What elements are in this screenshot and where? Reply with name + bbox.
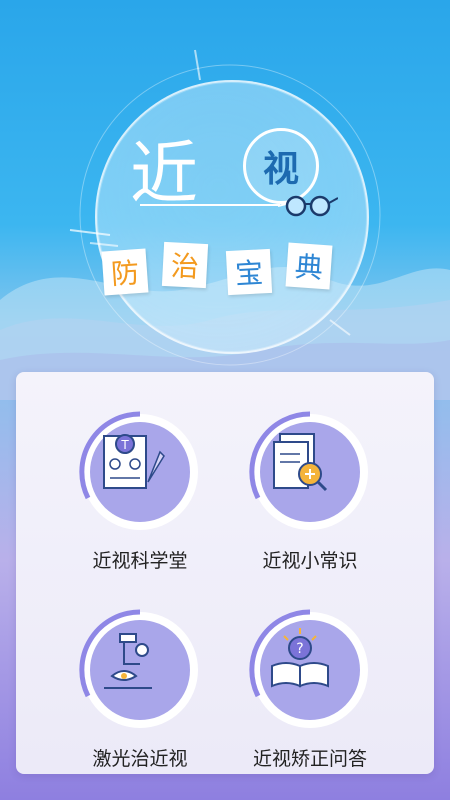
title-char-vision: 视 [262,149,299,190]
emblem-decoration [69,49,381,366]
icon-ring: ? [248,608,372,732]
menu-item-correction-qa[interactable]: ? 近视矫正问答 [220,608,400,771]
svg-text:T: T [120,438,129,452]
menu-card: T 近视科学堂 近视小常识 激光治近视 ? 近视矫正问答 [16,372,434,774]
menu-item-myopia-tips[interactable]: 近视小常识 [220,410,400,573]
eye-chart-document-icon: T [103,434,165,489]
document-magnifier-icon [273,433,328,492]
glasses-icon [278,195,338,217]
subtitle-tile: 防 [101,248,149,296]
menu-item-science-hall[interactable]: T 近视科学堂 [50,410,230,573]
subtitle-char: 典 [293,250,325,285]
menu-item-label: 近视矫正问答 [252,748,367,770]
subtitle-char: 宝 [234,256,264,291]
subtitle-char: 防 [109,256,141,291]
hero-banner: 近 视 防 治 宝 典 [0,0,450,400]
icon-ring [248,410,372,534]
laser-eye-microscope-icon [104,633,152,689]
menu-item-label: 近视科学堂 [92,550,188,572]
icon-ring [78,608,202,732]
subtitle-tile: 治 [161,241,209,289]
menu-item-label: 激光治近视 [92,748,188,770]
book-question-icon: ? [271,628,329,688]
icon-ring: T [78,410,202,534]
svg-text:?: ? [296,641,303,657]
subtitle-tile: 宝 [225,248,273,296]
subtitle-char: 治 [170,249,200,284]
title-char-near: 近 [130,135,198,214]
menu-item-laser-treatment[interactable]: 激光治近视 [50,608,230,771]
menu-item-label: 近视小常识 [262,550,358,572]
subtitle-tile: 典 [285,242,333,290]
